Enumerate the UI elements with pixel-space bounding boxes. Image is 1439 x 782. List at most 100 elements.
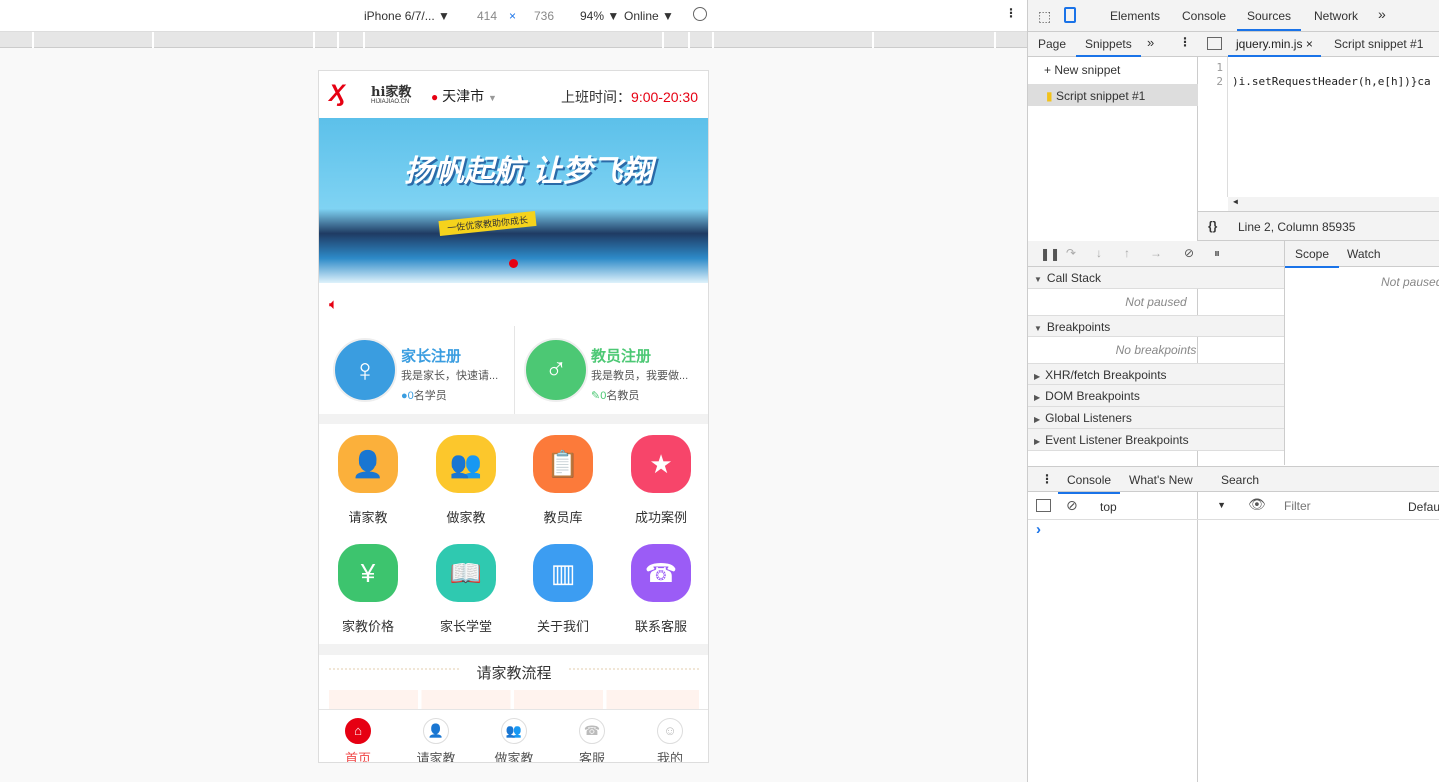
new-snippet-button[interactable]: + New snippet <box>1044 63 1120 77</box>
feature-2[interactable]: 📋教员库 <box>514 435 612 526</box>
tab-snippets[interactable]: Snippets <box>1076 37 1141 57</box>
section-label: Global Listeners <box>1045 411 1132 425</box>
feature-label: 请家教 <box>319 507 417 526</box>
drawer-menu-icon[interactable]: ⋮ <box>1041 472 1053 486</box>
console-toolbar: ⊘ top▼ 👁︎ Default <box>1028 492 1439 520</box>
feature-0[interactable]: 👤请家教 <box>319 435 417 526</box>
step-over-icon[interactable]: ↷ <box>1066 246 1076 260</box>
feature-6[interactable]: ▥关于我们 <box>514 544 612 635</box>
feature-7[interactable]: ☎联系客服 <box>612 544 709 635</box>
logo-subtext: HIJIAJIAO.CN <box>371 99 409 105</box>
section-gap <box>319 644 709 655</box>
feature-1[interactable]: 👥做家教 <box>417 435 515 526</box>
tab-scope[interactable]: Scope <box>1285 247 1339 268</box>
more-tabs-icon[interactable]: » <box>1378 6 1386 22</box>
nav-menu-icon[interactable]: ⋮ <box>1179 35 1191 49</box>
section-dom-breakpoints[interactable]: ▶DOM Breakpoints <box>1028 385 1284 407</box>
network-select[interactable]: Online ▼ <box>624 9 674 23</box>
context-select[interactable]: top▼ <box>1092 497 1230 515</box>
bottom-tab-1[interactable]: 👤请家教 <box>397 718 475 763</box>
tab-page[interactable]: Page <box>1038 37 1066 51</box>
snippet-item[interactable]: ▮ Script snippet #1 <box>1028 84 1198 106</box>
section-gap <box>319 414 709 424</box>
banner-carousel[interactable]: 扬帆起航 让梦飞翔 一佐优家教助你成长 <box>319 118 709 283</box>
tab-watch[interactable]: Watch <box>1347 247 1381 261</box>
log-levels-select[interactable]: Default <box>1408 500 1439 514</box>
hours-value: 9:00-20:30 <box>631 89 698 105</box>
section-event-listener-breakpoints[interactable]: ▶Event Listener Breakpoints <box>1028 429 1284 451</box>
editor-tabs: jquery.min.js × Script snippet #1 <box>1198 32 1439 57</box>
feature-label: 成功案例 <box>612 507 709 526</box>
step-out-icon[interactable]: ↑ <box>1124 246 1130 260</box>
carousel-dot-active[interactable] <box>509 259 518 268</box>
console-prompt[interactable]: › <box>1036 521 1041 538</box>
bottom-tab-4[interactable]: ☺我的 <box>631 718 709 763</box>
zoom-select[interactable]: 94% ▼ <box>580 9 619 23</box>
teacher-register-card[interactable]: ♂ 教员注册 我是教员，我要做... ✎0名教员 <box>514 326 709 414</box>
tab-search[interactable]: Search <box>1221 473 1259 487</box>
scope-pane: Not paused <box>1284 267 1439 465</box>
hours-label: 上班时间： <box>561 89 631 105</box>
more-nav-icon[interactable]: » <box>1147 35 1154 50</box>
step-icon[interactable]: → <box>1150 246 1162 260</box>
console-sidebar-icon[interactable] <box>1036 499 1051 512</box>
feature-5[interactable]: 📖家长学堂 <box>417 544 515 635</box>
horizontal-scrollbar[interactable]: ◀ <box>1228 197 1439 211</box>
tab-drawer-console[interactable]: Console <box>1058 473 1120 494</box>
tab-jquery-file[interactable]: jquery.min.js × <box>1228 37 1321 57</box>
tab-sources[interactable]: Sources <box>1237 9 1301 31</box>
code-editor[interactable]: 12 )i.setRequestHeader(h,e[h])}ca ◀ <box>1198 57 1439 212</box>
height-input[interactable]: 736 <box>534 9 554 23</box>
feature-4[interactable]: ¥家教价格 <box>319 544 417 635</box>
tab-network[interactable]: Network <box>1314 9 1358 23</box>
call-stack-status: Not paused <box>1028 289 1284 315</box>
work-hours: 上班时间：9:00-20:30 <box>561 87 698 107</box>
media-query-ruler[interactable] <box>0 32 1027 48</box>
bottom-tab-2[interactable]: 👥做家教 <box>475 718 553 763</box>
tab-elements[interactable]: Elements <box>1110 9 1160 23</box>
section-breakpoints[interactable]: ▼Breakpoints <box>1028 315 1284 337</box>
mobile-page: Ӽ hi家教 HIJIAJIAO.CN ● 天津市 ▼ 上班时间：9:00-20… <box>318 70 709 763</box>
bottom-tab-3[interactable]: ☎客服 <box>553 718 631 763</box>
pause-icon[interactable]: ❚❚ <box>1040 247 1060 261</box>
feature-3[interactable]: ★成功案例 <box>612 435 709 526</box>
section-global-listeners[interactable]: ▶Global Listeners <box>1028 407 1284 429</box>
console-filter-input[interactable] <box>1280 497 1400 515</box>
editor-status-bar: {} Line 2, Column 85935 <box>1198 212 1439 241</box>
teacher-count-unit: 名教员 <box>606 390 639 402</box>
close-tab-icon[interactable]: × <box>1306 37 1313 51</box>
rotate-icon[interactable] <box>693 7 707 21</box>
clear-console-icon[interactable]: ⊘ <box>1066 497 1078 514</box>
teacher-register-desc: 我是教员，我要做... <box>591 367 688 383</box>
tab-console[interactable]: Console <box>1182 9 1226 23</box>
eye-icon[interactable]: 👁︎ <box>1248 496 1266 513</box>
bottom-tab-0[interactable]: ⌂首页 <box>319 718 397 763</box>
pause-on-exceptions-icon[interactable]: ⏸ <box>1214 246 1220 261</box>
tab-script-snippet[interactable]: Script snippet #1 <box>1334 37 1423 51</box>
inspect-element-icon[interactable]: ⬚ <box>1038 8 1051 25</box>
teacher-icon: ✎ <box>591 390 600 402</box>
city-selector[interactable]: ● 天津市 ▼ <box>431 86 497 106</box>
tab-whats-new[interactable]: What's New <box>1129 473 1193 487</box>
devtools-main-tabs: ⬚ Elements Console Sources Network » <box>1028 0 1439 32</box>
width-input[interactable]: 414 <box>477 9 497 23</box>
feature-label: 关于我们 <box>514 616 612 635</box>
student-count: ●0名学员 <box>401 387 447 403</box>
navigator-tabs: Page Snippets » ⋮ <box>1028 32 1198 57</box>
deactivate-breakpoints-icon[interactable]: ⊘ <box>1184 246 1194 260</box>
section-call-stack[interactable]: ▼Call Stack <box>1028 267 1284 289</box>
device-select[interactable]: iPhone 6/7/... ▼ <box>364 9 450 23</box>
pretty-print-icon[interactable]: {} <box>1208 219 1217 233</box>
step-into-icon[interactable]: ↓ <box>1096 246 1102 260</box>
line-numbers: 12 <box>1198 57 1228 197</box>
toggle-navigator-icon[interactable] <box>1207 37 1222 50</box>
caret-down-icon: ▼ <box>1217 500 1226 510</box>
more-options-icon[interactable]: ⋮ <box>1005 6 1017 20</box>
devtools-panel: ⬚ Elements Console Sources Network » Pag… <box>1027 0 1439 782</box>
device-toggle-icon[interactable] <box>1064 7 1076 23</box>
student-icon: ● <box>401 390 408 402</box>
device-viewport-area: iPhone 6/7/... ▼ 414 × 736 94% ▼ Online … <box>0 0 1027 782</box>
section-xhr-breakpoints[interactable]: ▶XHR/fetch Breakpoints <box>1028 363 1284 385</box>
line-number: 1 <box>1198 61 1223 75</box>
parent-register-card[interactable]: ♀ 家长注册 我是家长，快速请... ●0名学员 <box>319 326 514 414</box>
